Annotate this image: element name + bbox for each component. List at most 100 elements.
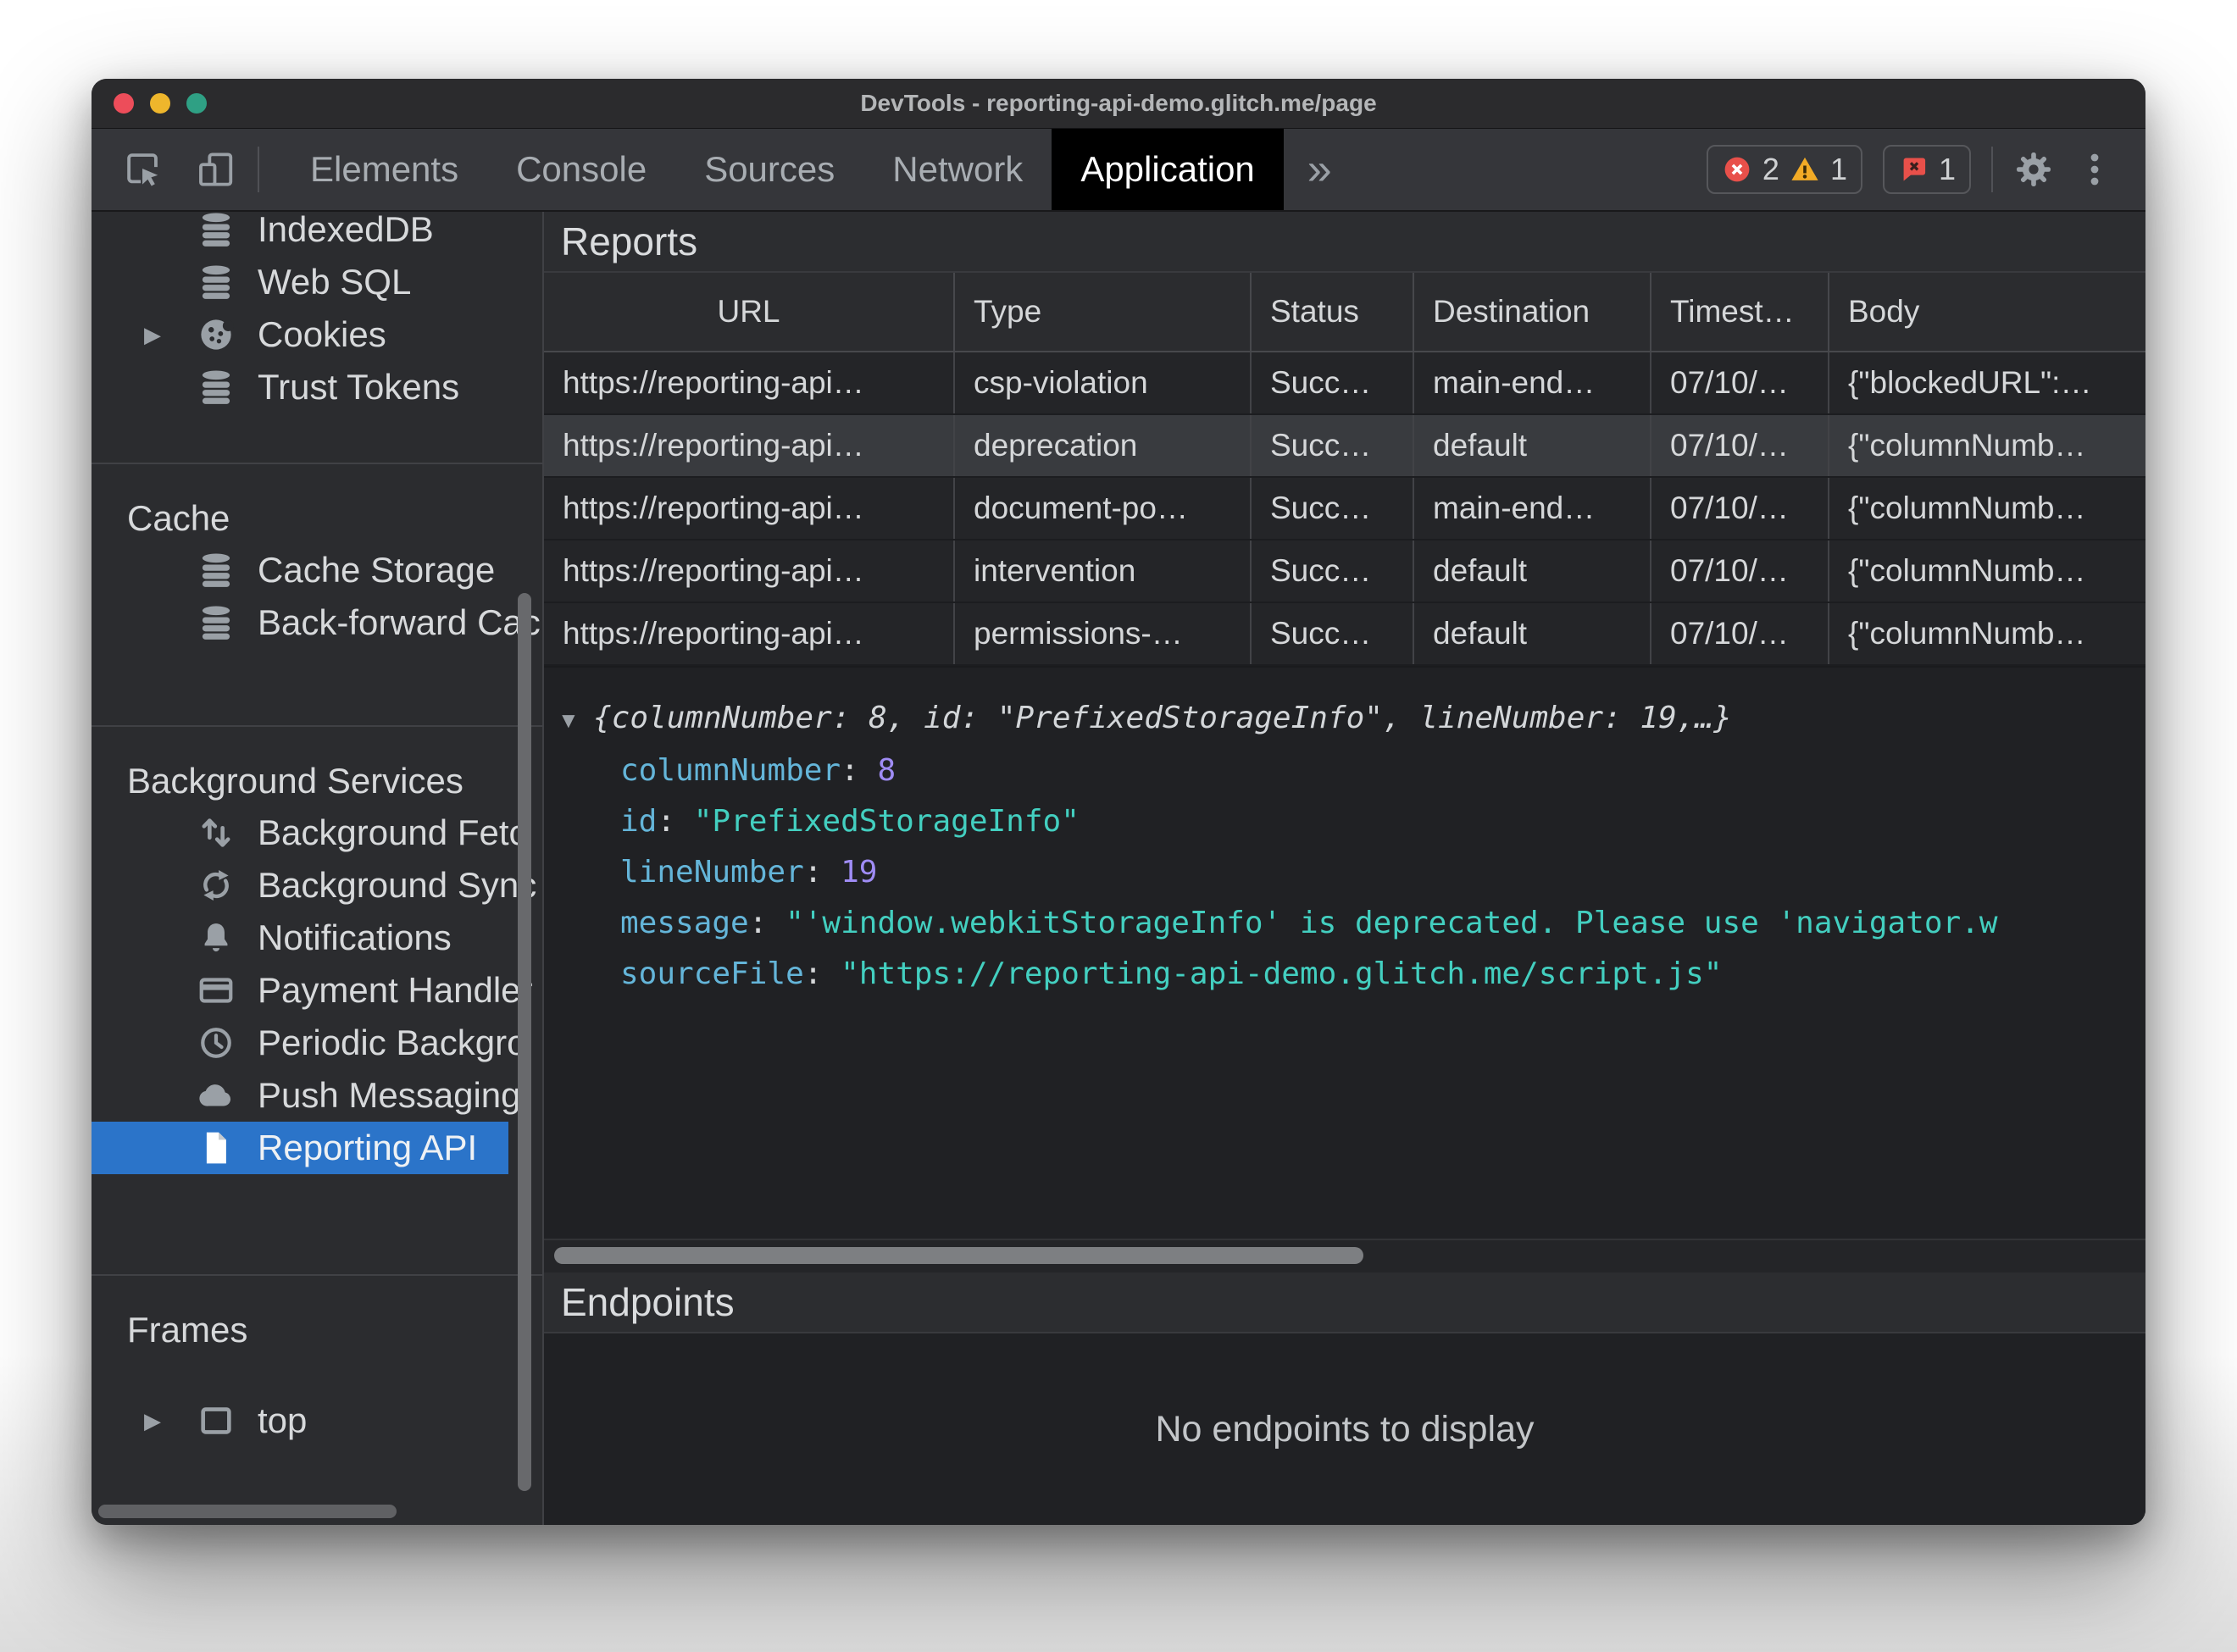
- clock-icon: [197, 1023, 236, 1062]
- sidebar-item-cookies[interactable]: ▶ Cookies: [92, 308, 542, 361]
- column-header-status[interactable]: Status: [1251, 273, 1414, 352]
- collapse-triangle-icon[interactable]: ▼: [558, 695, 593, 746]
- database-icon: [197, 212, 236, 249]
- endpoints-title: Endpoints: [561, 1280, 735, 1324]
- issues-icon: [1903, 158, 1926, 181]
- sidebar-item-cache-storage[interactable]: Cache Storage: [92, 544, 542, 596]
- inspect-element-button[interactable]: [124, 150, 163, 189]
- expand-triangle-icon[interactable]: ▶: [144, 322, 161, 348]
- tab-console[interactable]: Console: [487, 129, 675, 210]
- endpoints-section-header: Endpoints: [544, 1272, 2145, 1333]
- minimize-window-button[interactable]: [150, 93, 170, 114]
- json-property: id: "PrefixedStorageInfo": [620, 804, 1080, 839]
- json-property: lineNumber: 19: [620, 855, 878, 890]
- cloud-icon: [197, 1076, 236, 1115]
- tab-elements[interactable]: Elements: [281, 129, 487, 210]
- sidebar-section-background-services: Background Services: [127, 761, 463, 801]
- sidebar-item-top-frame[interactable]: ▶ top: [92, 1394, 542, 1447]
- inspect-icon: [127, 153, 158, 186]
- frame-icon: [197, 1401, 236, 1440]
- titlebar: DevTools - reporting-api-demo.glitch.me/…: [92, 79, 2145, 129]
- desktop-background: DevTools - reporting-api-demo.glitch.me/…: [0, 0, 2237, 1652]
- reports-table: URL Type Status Destination Timest… Body…: [544, 273, 2145, 666]
- database-icon: [197, 551, 236, 590]
- cookie-icon: [197, 315, 236, 354]
- sidebar-item-notifications[interactable]: Notifications: [92, 912, 542, 964]
- sidebar-item-web-sql[interactable]: Web SQL: [92, 256, 542, 308]
- sidebar-item-reporting-api[interactable]: Reporting API: [92, 1122, 542, 1174]
- application-sidebar: IndexedDB Web SQL ▶ Cookies Trust Tokens…: [92, 212, 544, 1525]
- database-icon: [197, 368, 236, 407]
- sidebar-vertical-scrollbar[interactable]: [518, 593, 531, 1491]
- column-header-type[interactable]: Type: [954, 273, 1252, 352]
- background-fetch-icon: [197, 813, 236, 852]
- reports-horizontal-scrollbar[interactable]: [554, 1247, 1363, 1264]
- document-icon: [197, 1128, 236, 1167]
- issues-button[interactable]: 1: [1882, 145, 1971, 194]
- sidebar-item-periodic-background-sync[interactable]: Periodic Backgro: [92, 1017, 542, 1069]
- sidebar-item-payment-handler[interactable]: Payment Handler: [92, 964, 542, 1017]
- toolbar-right: 2 1 1: [1706, 129, 2145, 210]
- json-property: columnNumber: 8: [620, 753, 896, 788]
- warning-count: 1: [1829, 152, 1847, 186]
- column-header-body[interactable]: Body: [1829, 273, 2145, 352]
- sidebar-section-cache: Cache: [127, 498, 230, 538]
- console-errors-warnings-button[interactable]: 2 1: [1706, 145, 1862, 194]
- tab-network[interactable]: Network: [863, 129, 1052, 210]
- payment-card-icon: [197, 971, 236, 1010]
- database-icon: [197, 603, 236, 642]
- sidebar-item-trust-tokens[interactable]: Trust Tokens: [92, 361, 542, 413]
- report-row[interactable]: https://reporting-api… csp-violation Suc…: [544, 352, 2145, 415]
- column-header-timestamp[interactable]: Timest…: [1651, 273, 1829, 352]
- error-icon: [1724, 157, 1750, 182]
- window-controls: [114, 79, 207, 128]
- main-menu-button[interactable]: [2074, 149, 2115, 190]
- more-tabs-button[interactable]: »: [1284, 129, 1356, 210]
- panel-tabs: Elements Console Sources Network Applica…: [281, 129, 1284, 210]
- toolbar-divider: [1991, 147, 1993, 192]
- application-panel: IndexedDB Web SQL ▶ Cookies Trust Tokens…: [92, 212, 2145, 1525]
- issue-count: 1: [1938, 152, 1956, 186]
- sidebar-item-background-sync[interactable]: Background Sync: [92, 859, 542, 912]
- reports-title: Reports: [561, 219, 698, 263]
- bell-icon: [197, 918, 236, 957]
- sidebar-item-back-forward-cache[interactable]: Back-forward Cac: [92, 596, 542, 649]
- error-count: 2: [1762, 152, 1779, 186]
- background-sync-icon: [197, 866, 236, 905]
- report-row[interactable]: https://reporting-api… intervention Succ…: [544, 540, 2145, 603]
- reports-section-header: Reports: [544, 212, 2145, 273]
- json-property: sourceFile: "https://reporting-api-demo.…: [620, 956, 1723, 991]
- database-icon: [197, 263, 236, 302]
- settings-gear-icon: [2017, 152, 2051, 186]
- sidebar-item-push-messaging[interactable]: Push Messaging: [92, 1069, 542, 1122]
- json-object-preview[interactable]: ▼ {columnNumber: 8, id: "PrefixedStorageI…: [558, 693, 2145, 746]
- report-row[interactable]: https://reporting-api… document-po… Succ…: [544, 477, 2145, 541]
- sidebar-divider: [92, 1274, 542, 1276]
- endpoints-empty-state: No endpoints to display: [544, 1333, 2145, 1525]
- sidebar-horizontal-scrollbar[interactable]: [98, 1505, 397, 1518]
- devtools-toolbar: Elements Console Sources Network Applica…: [92, 129, 2145, 212]
- tab-sources[interactable]: Sources: [675, 129, 863, 210]
- chevron-double-right-icon: »: [1307, 145, 1332, 194]
- report-row[interactable]: https://reporting-api… permissions-… Suc…: [544, 602, 2145, 666]
- expand-triangle-icon[interactable]: ▶: [144, 1408, 161, 1434]
- sidebar-section-frames: Frames: [127, 1310, 248, 1350]
- endpoints-empty-message: No endpoints to display: [1155, 1408, 1535, 1450]
- device-toolbar-icon: [199, 152, 233, 186]
- device-toolbar-button[interactable]: [197, 150, 236, 189]
- tab-application[interactable]: Application: [1052, 129, 1284, 210]
- zoom-window-button[interactable]: [186, 93, 207, 114]
- sidebar-item-background-fetch[interactable]: Background Fetc: [92, 807, 542, 859]
- reports-table-header-row: URL Type Status Destination Timest… Body: [544, 273, 2145, 352]
- sidebar-divider: [92, 725, 542, 727]
- column-header-destination[interactable]: Destination: [1413, 273, 1651, 352]
- kebab-menu-icon: [2090, 153, 2099, 186]
- window-title: DevTools - reporting-api-demo.glitch.me/…: [860, 90, 1377, 116]
- settings-button[interactable]: [2013, 149, 2054, 190]
- report-row-selected[interactable]: https://reporting-api… deprecation Succ……: [544, 414, 2145, 478]
- sidebar-item-indexeddb[interactable]: IndexedDB: [92, 212, 542, 256]
- column-header-url[interactable]: URL: [544, 273, 955, 352]
- devtools-window: DevTools - reporting-api-demo.glitch.me/…: [92, 79, 2145, 1525]
- report-body-detail: ▼ {columnNumber: 8, id: "PrefixedStorageI…: [544, 666, 2145, 1239]
- close-window-button[interactable]: [114, 93, 134, 114]
